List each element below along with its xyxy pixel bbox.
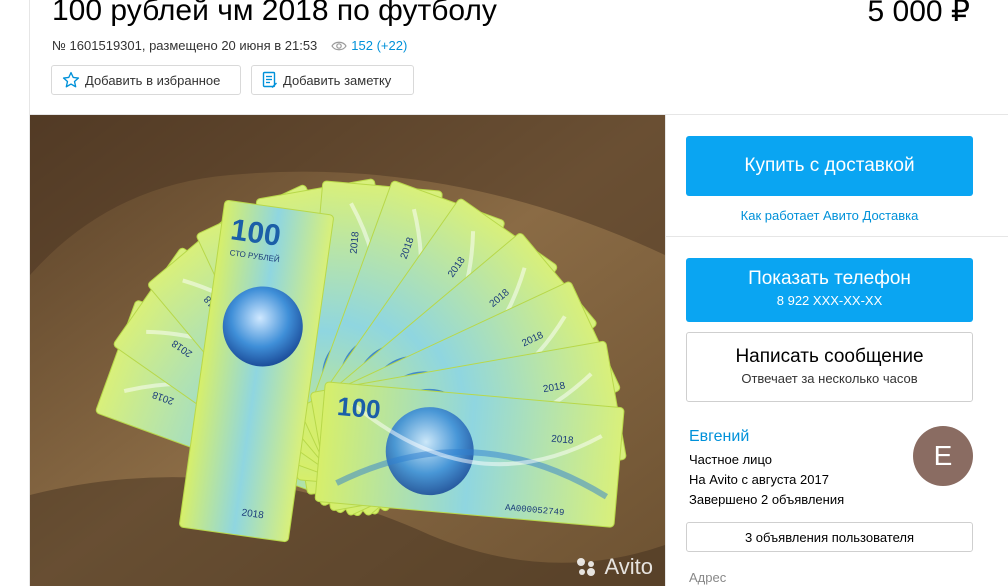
seller-name-link[interactable]: Евгений: [689, 428, 749, 446]
note-icon: [262, 71, 277, 88]
views-count: 152 (+22): [351, 38, 408, 53]
watermark-text: Avito: [604, 554, 653, 579]
user-ads-button[interactable]: 3 объявления пользователя: [686, 522, 973, 552]
avatar[interactable]: Е: [913, 426, 973, 486]
avito-watermark: Avito: [574, 554, 653, 580]
response-time: Отвечает за несколько часов: [741, 371, 918, 386]
eye-icon: [331, 41, 347, 50]
avito-logo-icon: [577, 558, 596, 576]
write-message-label: Написать сообщение: [735, 346, 924, 367]
seller-type: Частное лицо: [689, 452, 772, 467]
star-icon: [62, 71, 80, 88]
add-note-button[interactable]: Добавить заметку: [251, 65, 414, 95]
listing-meta: № 1601519301, размещено 20 июня в 21:53 …: [52, 38, 407, 53]
address-label: Адрес: [689, 570, 727, 585]
show-phone-button[interactable]: Показать телефон 8 922 XXX-XX-XX: [686, 258, 973, 322]
add-to-favorites-label: Добавить в избранное: [85, 72, 221, 88]
buy-with-delivery-button[interactable]: Купить с доставкой: [686, 136, 973, 196]
write-message-button[interactable]: Написать сообщение Отвечает за несколько…: [686, 332, 973, 402]
listing-id-date: № 1601519301, размещено 20 июня в 21:53: [52, 38, 318, 53]
banknote-denomination: 100: [229, 213, 283, 253]
add-note-label: Добавить заметку: [283, 72, 392, 88]
sidebar: Купить с доставкой Как работает Авито До…: [665, 115, 1008, 586]
seller-completed: Завершено 2 объявления: [689, 492, 845, 507]
views-counter: 152 (+22): [331, 38, 407, 53]
phone-number-masked: 8 922 XXX-XX-XX: [776, 293, 883, 308]
listing-price: 5 000 ₽: [867, 0, 971, 28]
seller-since: На Avito с августа 2017: [689, 472, 829, 487]
banknotes-photo: 100 AA000052749 2018 100 СТО РУБ: [30, 115, 665, 586]
how-delivery-works-link[interactable]: Как работает Авито Доставка: [686, 208, 973, 223]
listing-title: 100 рублей чм 2018 по футболу: [52, 0, 497, 27]
show-phone-label: Показать телефон: [748, 268, 911, 289]
add-to-favorites-button[interactable]: Добавить в избранное: [51, 65, 241, 95]
listing-photo[interactable]: 100 AA000052749 2018 100 СТО РУБ: [30, 115, 665, 586]
sidebar-divider: [666, 236, 1008, 237]
